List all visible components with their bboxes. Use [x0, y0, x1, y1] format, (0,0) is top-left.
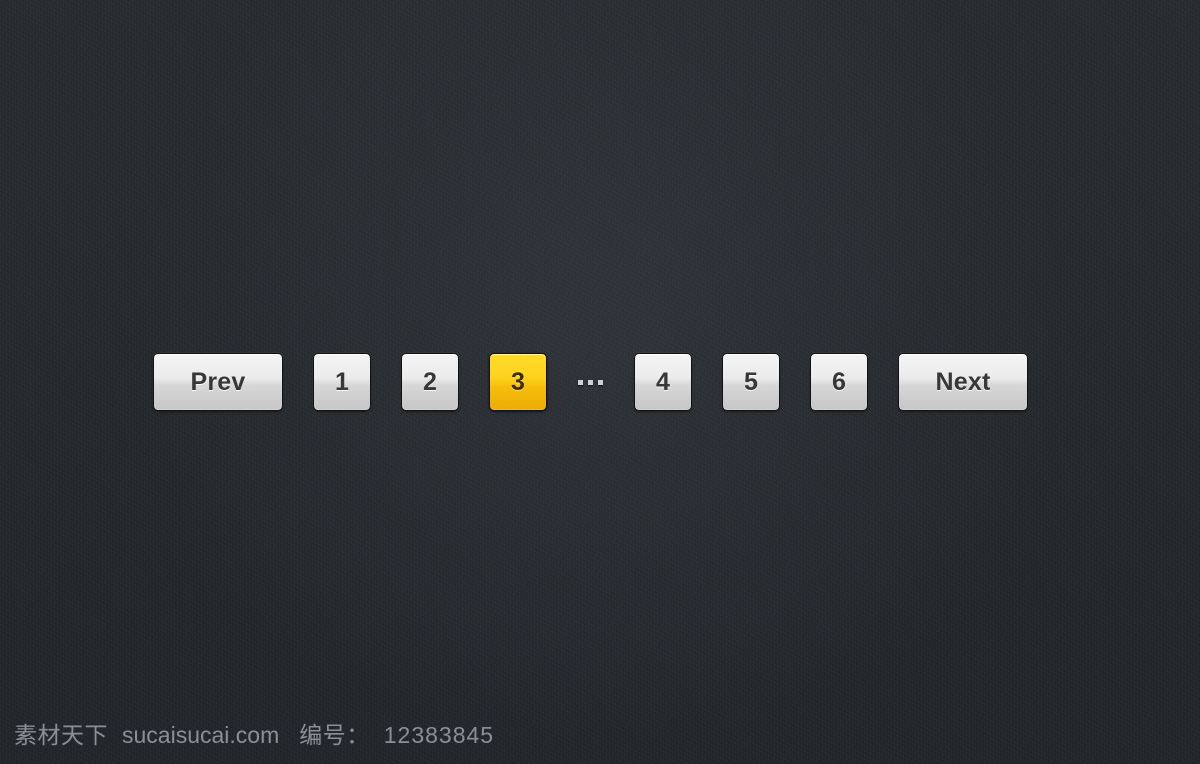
pagination-page-5[interactable]: 5	[722, 353, 780, 411]
ellipsis-dot	[578, 379, 583, 385]
watermark-site: sucaisucai.com	[122, 722, 280, 748]
pagination-page-3-label: 3	[510, 367, 526, 396]
watermark-brand: 素材天下	[14, 722, 108, 748]
pagination-page-1[interactable]: 1	[313, 353, 371, 411]
pagination-next-button[interactable]: Next	[898, 353, 1028, 411]
watermark-id-label: 编号：	[299, 722, 370, 748]
pagination-page-4-label: 4	[655, 367, 671, 396]
pagination-page-5-label: 5	[743, 367, 759, 396]
pagination-next-label: Next	[935, 367, 991, 396]
ellipsis-dot	[588, 379, 593, 385]
watermark: 素材天下 sucaisucai.com 编号： 12383845	[14, 716, 494, 750]
pagination-control: Prev 1 2 3 ... 4 5 6 Next	[153, 353, 1028, 411]
pagination-page-4[interactable]: 4	[634, 353, 692, 411]
pagination-page-6[interactable]: 6	[810, 353, 868, 411]
pagination-page-1-label: 1	[334, 367, 350, 396]
watermark-id-value: 12383845	[383, 722, 495, 748]
pagination-ellipsis-icon: ...	[577, 379, 604, 385]
pagination-page-2[interactable]: 2	[401, 353, 459, 411]
pagination-page-6-label: 6	[831, 367, 847, 396]
ellipsis-dot	[598, 379, 603, 385]
pagination-prev-button[interactable]: Prev	[153, 353, 283, 411]
pagination-page-2-label: 2	[422, 367, 438, 396]
pagination-page-3-active[interactable]: 3	[489, 353, 547, 411]
page-canvas: Prev 1 2 3 ... 4 5 6 Next	[0, 0, 1200, 764]
pagination-prev-label: Prev	[190, 367, 246, 396]
